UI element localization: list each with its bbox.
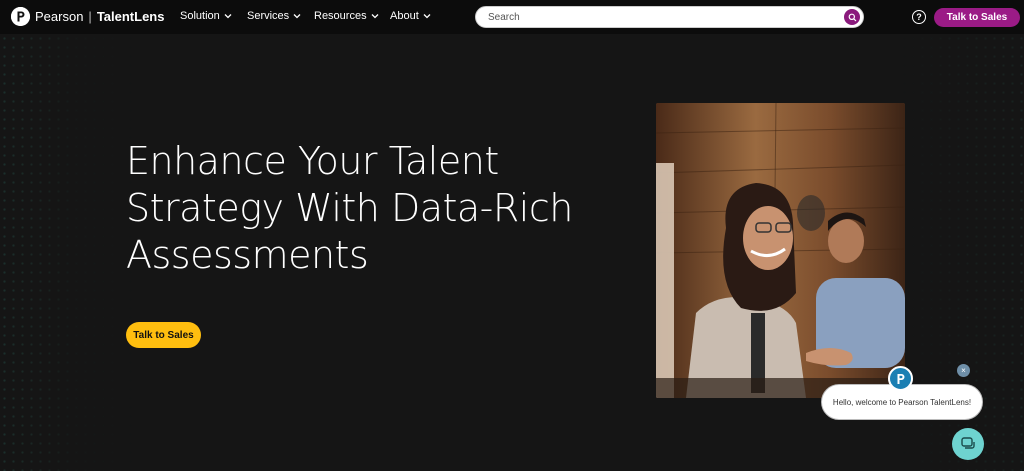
nav-about[interactable]: About <box>390 10 431 22</box>
nav-services-label: Services <box>247 10 290 22</box>
chat-close-icon[interactable]: × <box>957 364 970 377</box>
hero-title-line-1: Enhance Your Talent <box>126 139 499 183</box>
nav-resources[interactable]: Resources <box>314 10 379 22</box>
site-header: Pearson | TalentLens Solution Services Res… <box>0 0 1024 34</box>
hero-title: Enhance Your Talent Strategy With Data-R… <box>126 138 586 279</box>
search-icon <box>848 13 856 21</box>
nav-solution-label: Solution <box>180 10 220 22</box>
chat-greeting-text: Hello, welcome to Pearson TalentLens! <box>832 397 972 407</box>
nav-about-label: About <box>390 10 419 22</box>
hero-title-line-3: Assessments <box>126 233 369 277</box>
help-icon[interactable]: ? <box>912 10 926 24</box>
chat-icon <box>961 437 975 449</box>
logo-wordmark: Pearson | TalentLens <box>35 9 165 24</box>
nav-solution[interactable]: Solution <box>180 10 232 22</box>
chevron-down-icon <box>423 14 431 19</box>
pearson-p-icon <box>11 7 30 26</box>
chat-avatar-pearson-icon <box>888 366 913 391</box>
chat-launcher-button[interactable] <box>952 428 984 460</box>
logo-product-name: TalentLens <box>96 9 165 24</box>
search-input[interactable] <box>488 10 828 25</box>
chevron-down-icon <box>293 14 301 19</box>
nav-resources-label: Resources <box>314 10 367 22</box>
chevron-down-icon <box>224 14 232 19</box>
pearson-logo[interactable]: Pearson | TalentLens <box>11 7 164 26</box>
hero-title-line-2: Strategy With Data-Rich <box>126 186 573 230</box>
talk-to-sales-header-button[interactable]: Talk to Sales <box>934 8 1020 27</box>
search-bar <box>475 6 864 28</box>
search-button[interactable] <box>844 9 860 25</box>
hero-photo-people-meeting <box>656 103 905 398</box>
nav-services[interactable]: Services <box>247 10 301 22</box>
talk-to-sales-hero-button[interactable]: Talk to Sales <box>126 322 201 348</box>
chevron-down-icon <box>371 14 379 19</box>
